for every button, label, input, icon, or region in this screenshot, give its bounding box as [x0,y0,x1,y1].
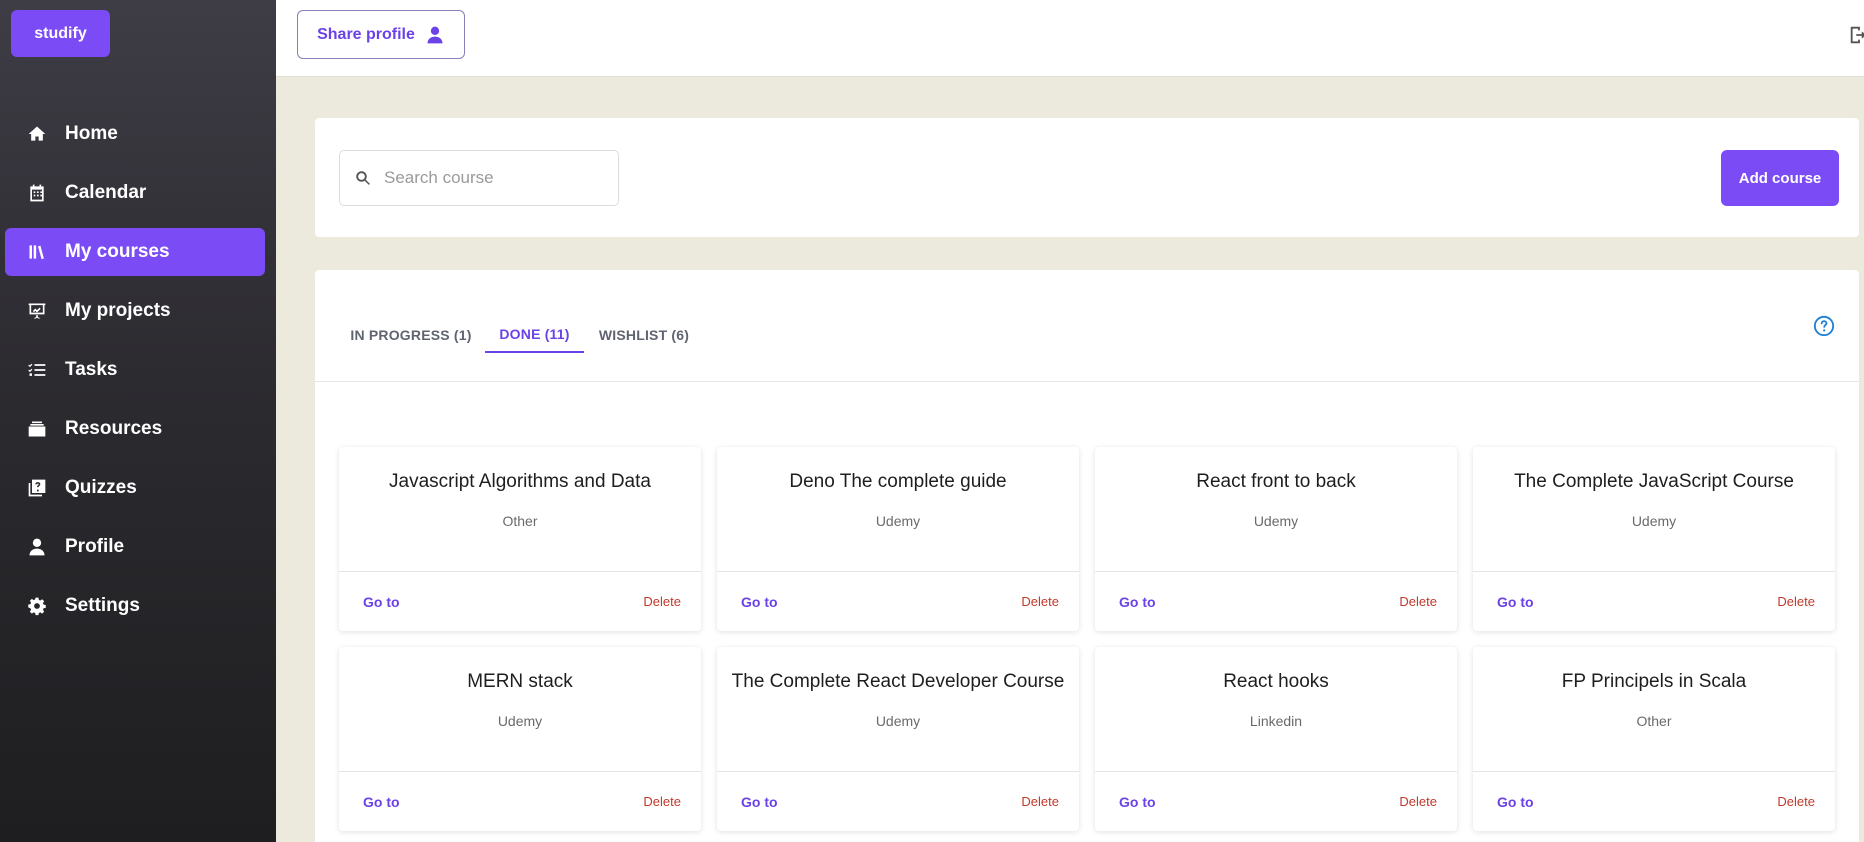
course-card: The Complete React Developer Course Udem… [717,647,1079,831]
sidebar-item-tasks[interactable]: Tasks [5,346,265,394]
sidebar-item-label: Calendar [65,182,147,203]
course-platform: Udemy [875,513,921,529]
tab-done[interactable]: DONE (11) [485,317,584,353]
search-card: Add course [315,118,1859,237]
card-divider [1095,571,1457,572]
delete-link[interactable]: Delete [1021,594,1059,609]
layers-icon [26,418,48,440]
course-card: React front to back Udemy Go to Delete [1095,447,1457,631]
topbar: Share profile [276,0,1864,77]
sidebar-nav: Home Calendar My courses My projects Tas… [0,110,276,641]
sidebar-item-resources[interactable]: Resources [5,405,265,453]
sidebar-item-my-courses[interactable]: My courses [5,228,265,276]
course-platform: Udemy [1253,513,1299,529]
course-title: The Complete React Developer Course [731,671,1065,692]
share-profile-button[interactable]: Share profile [297,10,465,59]
course-title: React front to back [1196,471,1356,492]
add-course-button[interactable]: Add course [1721,150,1839,206]
course-title: Javascript Algorithms and Data [389,471,651,492]
course-title: Deno The complete guide [789,471,1007,492]
course-title: React hooks [1223,671,1329,692]
card-divider [1473,771,1835,772]
course-card: React hooks Linkedin Go to Delete [1095,647,1457,831]
sidebar-item-calendar[interactable]: Calendar [5,169,265,217]
course-title: MERN stack [467,671,573,692]
logo-button[interactable]: studify [11,10,110,57]
sidebar-item-label: Home [65,123,118,144]
delete-link[interactable]: Delete [1777,594,1815,609]
search-box[interactable] [339,150,619,206]
sidebar-item-settings[interactable]: Settings [5,582,265,630]
goto-link[interactable]: Go to [1119,794,1156,810]
course-platform: Udemy [875,713,921,729]
course-platform: Udemy [497,713,543,729]
course-card: The Complete JavaScript Course Udemy Go … [1473,447,1835,631]
search-icon [356,171,370,185]
delete-link[interactable]: Delete [643,594,681,609]
sidebar-item-quizzes[interactable]: Quizzes [5,464,265,512]
calendar-icon [26,182,48,204]
share-profile-label: Share profile [317,25,415,43]
tab-wishlist[interactable]: WISHLIST (6) [594,317,694,353]
course-platform: Other [1636,713,1672,729]
course-card: MERN stack Udemy Go to Delete [339,647,701,831]
course-title: The Complete JavaScript Course [1514,471,1794,492]
courses-panel: IN PROGRESS (1) DONE (11) WISHLIST (6) J… [315,270,1859,842]
sidebar-item-label: Resources [65,418,163,439]
goto-link[interactable]: Go to [1497,794,1534,810]
gear-icon [26,595,48,617]
checklist-icon [26,359,48,381]
search-input[interactable] [384,168,594,188]
course-tabs: IN PROGRESS (1) DONE (11) WISHLIST (6) [315,270,1859,382]
user-icon [427,26,443,43]
card-divider [339,571,701,572]
delete-link[interactable]: Delete [1399,594,1437,609]
sidebar-item-label: Settings [65,595,140,616]
tab-in-progress[interactable]: IN PROGRESS (1) [339,317,483,353]
app-root: studify Home Calendar My courses My proj… [0,0,1864,842]
help-icon[interactable] [1813,315,1835,337]
course-title: FP Principels in Scala [1561,671,1747,692]
user-icon [26,536,48,558]
course-card: FP Principels in Scala Other Go to Delet… [1473,647,1835,831]
course-platform: Udemy [1631,513,1677,529]
sidebar: studify Home Calendar My courses My proj… [0,0,276,842]
sidebar-item-label: My projects [65,300,171,321]
course-card: Deno The complete guide Udemy Go to Dele… [717,447,1079,631]
card-divider [339,771,701,772]
course-platform: Linkedin [1249,713,1303,729]
books-icon [26,241,48,263]
home-icon [26,123,48,145]
sidebar-item-label: Profile [65,536,125,557]
card-divider [1473,571,1835,572]
delete-link[interactable]: Delete [1777,794,1815,809]
goto-link[interactable]: Go to [741,594,778,610]
sidebar-item-home[interactable]: Home [5,110,265,158]
sidebar-item-profile[interactable]: Profile [5,523,265,571]
delete-link[interactable]: Delete [1021,794,1059,809]
goto-link[interactable]: Go to [1119,594,1156,610]
goto-link[interactable]: Go to [1497,594,1534,610]
card-divider [1095,771,1457,772]
goto-link[interactable]: Go to [363,594,400,610]
goto-link[interactable]: Go to [741,794,778,810]
course-platform: Other [502,513,538,529]
course-card: Javascript Algorithms and Data Other Go … [339,447,701,631]
card-divider [717,571,1079,572]
sidebar-item-label: Quizzes [65,477,137,498]
goto-link[interactable]: Go to [363,794,400,810]
sidebar-item-label: Tasks [65,359,118,380]
sidebar-item-my-projects[interactable]: My projects [5,287,265,335]
quiz-icon [26,477,48,499]
card-divider [717,771,1079,772]
delete-link[interactable]: Delete [1399,794,1437,809]
logout-icon[interactable] [1848,24,1864,46]
presentation-icon [26,300,48,322]
sidebar-item-label: My courses [65,241,170,262]
delete-link[interactable]: Delete [643,794,681,809]
